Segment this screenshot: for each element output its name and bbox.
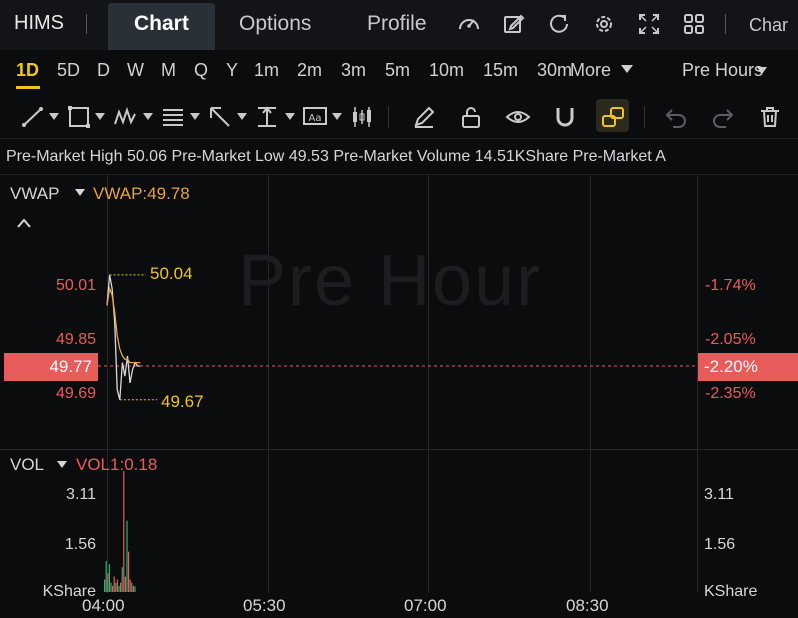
rectangle-tool-icon[interactable] [66,104,92,130]
timeframe-y[interactable]: Y [226,60,238,81]
timeframe-m[interactable]: M [161,60,176,81]
timeframe-1m[interactable]: 1m [254,60,279,81]
volume-bar [118,585,120,592]
volume-bar [123,471,125,592]
premarket-volume-label: Pre-Market Volume [333,148,471,165]
timeframe-2m[interactable]: 2m [297,60,322,81]
premarket-volume-value: 14.51KShare [474,148,569,165]
gear-icon[interactable] [591,11,617,37]
volume-bar [113,576,115,592]
layout-grid-icon[interactable] [681,11,707,37]
premarket-high-label: Pre-Market High [6,148,123,165]
tab-chart[interactable]: Chart [134,12,189,36]
volume-bar [126,520,128,592]
premarket-low-value: 49.53 [288,148,329,165]
volume-bar [116,579,118,592]
caret-down-icon[interactable] [236,112,248,121]
caret-down-icon[interactable] [284,112,296,121]
volume-bar [110,582,112,592]
volume-chart[interactable] [0,450,798,593]
caret-down-icon[interactable] [331,112,343,121]
high-marker-label: 50.04 [150,264,193,283]
caret-down-icon[interactable] [48,112,60,121]
volume-bar [112,585,114,592]
timeframe-30m[interactable]: 30m [537,60,571,81]
timeframe-5m[interactable]: 5m [385,60,410,81]
premarket-high-value: 50.06 [126,148,167,165]
arrow-tool-icon[interactable] [207,104,233,130]
timeframe-5d[interactable]: 5D [57,60,80,81]
text-tool-icon[interactable]: Aa [302,104,328,130]
tab-overflow[interactable]: Char [749,15,788,36]
x-tick: 04:00 [82,596,125,615]
chevron-down-icon[interactable] [620,64,634,74]
measure-tool-icon[interactable] [254,104,280,130]
link-icon[interactable] [600,104,626,130]
volume-bar [134,586,136,592]
volume-bar [107,573,109,592]
eye-icon[interactable] [505,104,531,130]
timeframe-active-indicator [16,86,40,89]
volume-bar [120,582,122,592]
pencil-icon[interactable] [411,104,437,130]
premarket-low-label: Pre-Market Low [171,148,285,165]
fullscreen-icon[interactable] [636,11,662,37]
magnet-icon[interactable] [552,104,578,130]
x-tick: 07:00 [404,596,447,615]
volume-bar [131,582,133,592]
tab-profile[interactable]: Profile [367,12,427,36]
chevron-down-icon[interactable] [756,66,768,75]
fib-tool-icon[interactable] [160,104,186,130]
caret-down-icon[interactable] [94,112,106,121]
timeframe-w[interactable]: W [127,60,144,81]
gauge-icon[interactable] [456,11,482,37]
tab-options[interactable]: Options [239,12,311,36]
price-chart[interactable] [0,175,798,450]
timeframe-1d[interactable]: 1D [16,60,39,81]
svg-text:Aa: Aa [309,113,322,124]
timeframe-d[interactable]: D [97,60,110,81]
premarket-extra-label: Pre-Market A [572,148,666,165]
x-tick: 08:30 [566,596,609,615]
vwap-series-line [106,285,141,364]
volume-bar [132,585,134,592]
divider [86,14,87,34]
timeframe-15m[interactable]: 15m [483,60,518,81]
volume-bar [124,576,126,592]
redo-icon[interactable] [710,104,736,130]
trash-icon[interactable] [757,104,783,130]
volume-bar [128,551,130,592]
timeframe-10m[interactable]: 10m [429,60,464,81]
edit-icon[interactable] [501,11,527,37]
timeframe-3m[interactable]: 3m [341,60,366,81]
low-marker-label: 49.67 [161,392,204,411]
timeframe-more[interactable]: More [570,60,611,81]
divider [725,14,726,34]
trendline-tool-icon[interactable] [20,104,46,130]
session-select[interactable]: Pre Hours [682,60,763,81]
unlock-icon[interactable] [458,104,484,130]
divider [388,106,389,128]
x-tick: 05:30 [243,596,286,615]
divider [644,106,645,128]
caret-down-icon[interactable] [142,112,154,121]
volume-bar [108,564,110,592]
premarket-info-bar: Pre-Market High 50.06 Pre-Market Low 49.… [6,148,666,166]
undo-icon[interactable] [663,104,689,130]
ticker-symbol[interactable]: HIMS [14,12,64,35]
refresh-icon[interactable] [546,11,572,37]
volume-bar [115,582,117,592]
volume-bar [104,579,106,592]
volume-bar [121,567,123,592]
caret-down-icon[interactable] [189,112,201,121]
candle-tool-icon[interactable] [349,104,375,130]
pattern-tool-icon[interactable] [113,104,139,130]
timeframe-q[interactable]: Q [194,60,208,81]
volume-bar [105,561,107,592]
volume-bar [129,579,131,592]
